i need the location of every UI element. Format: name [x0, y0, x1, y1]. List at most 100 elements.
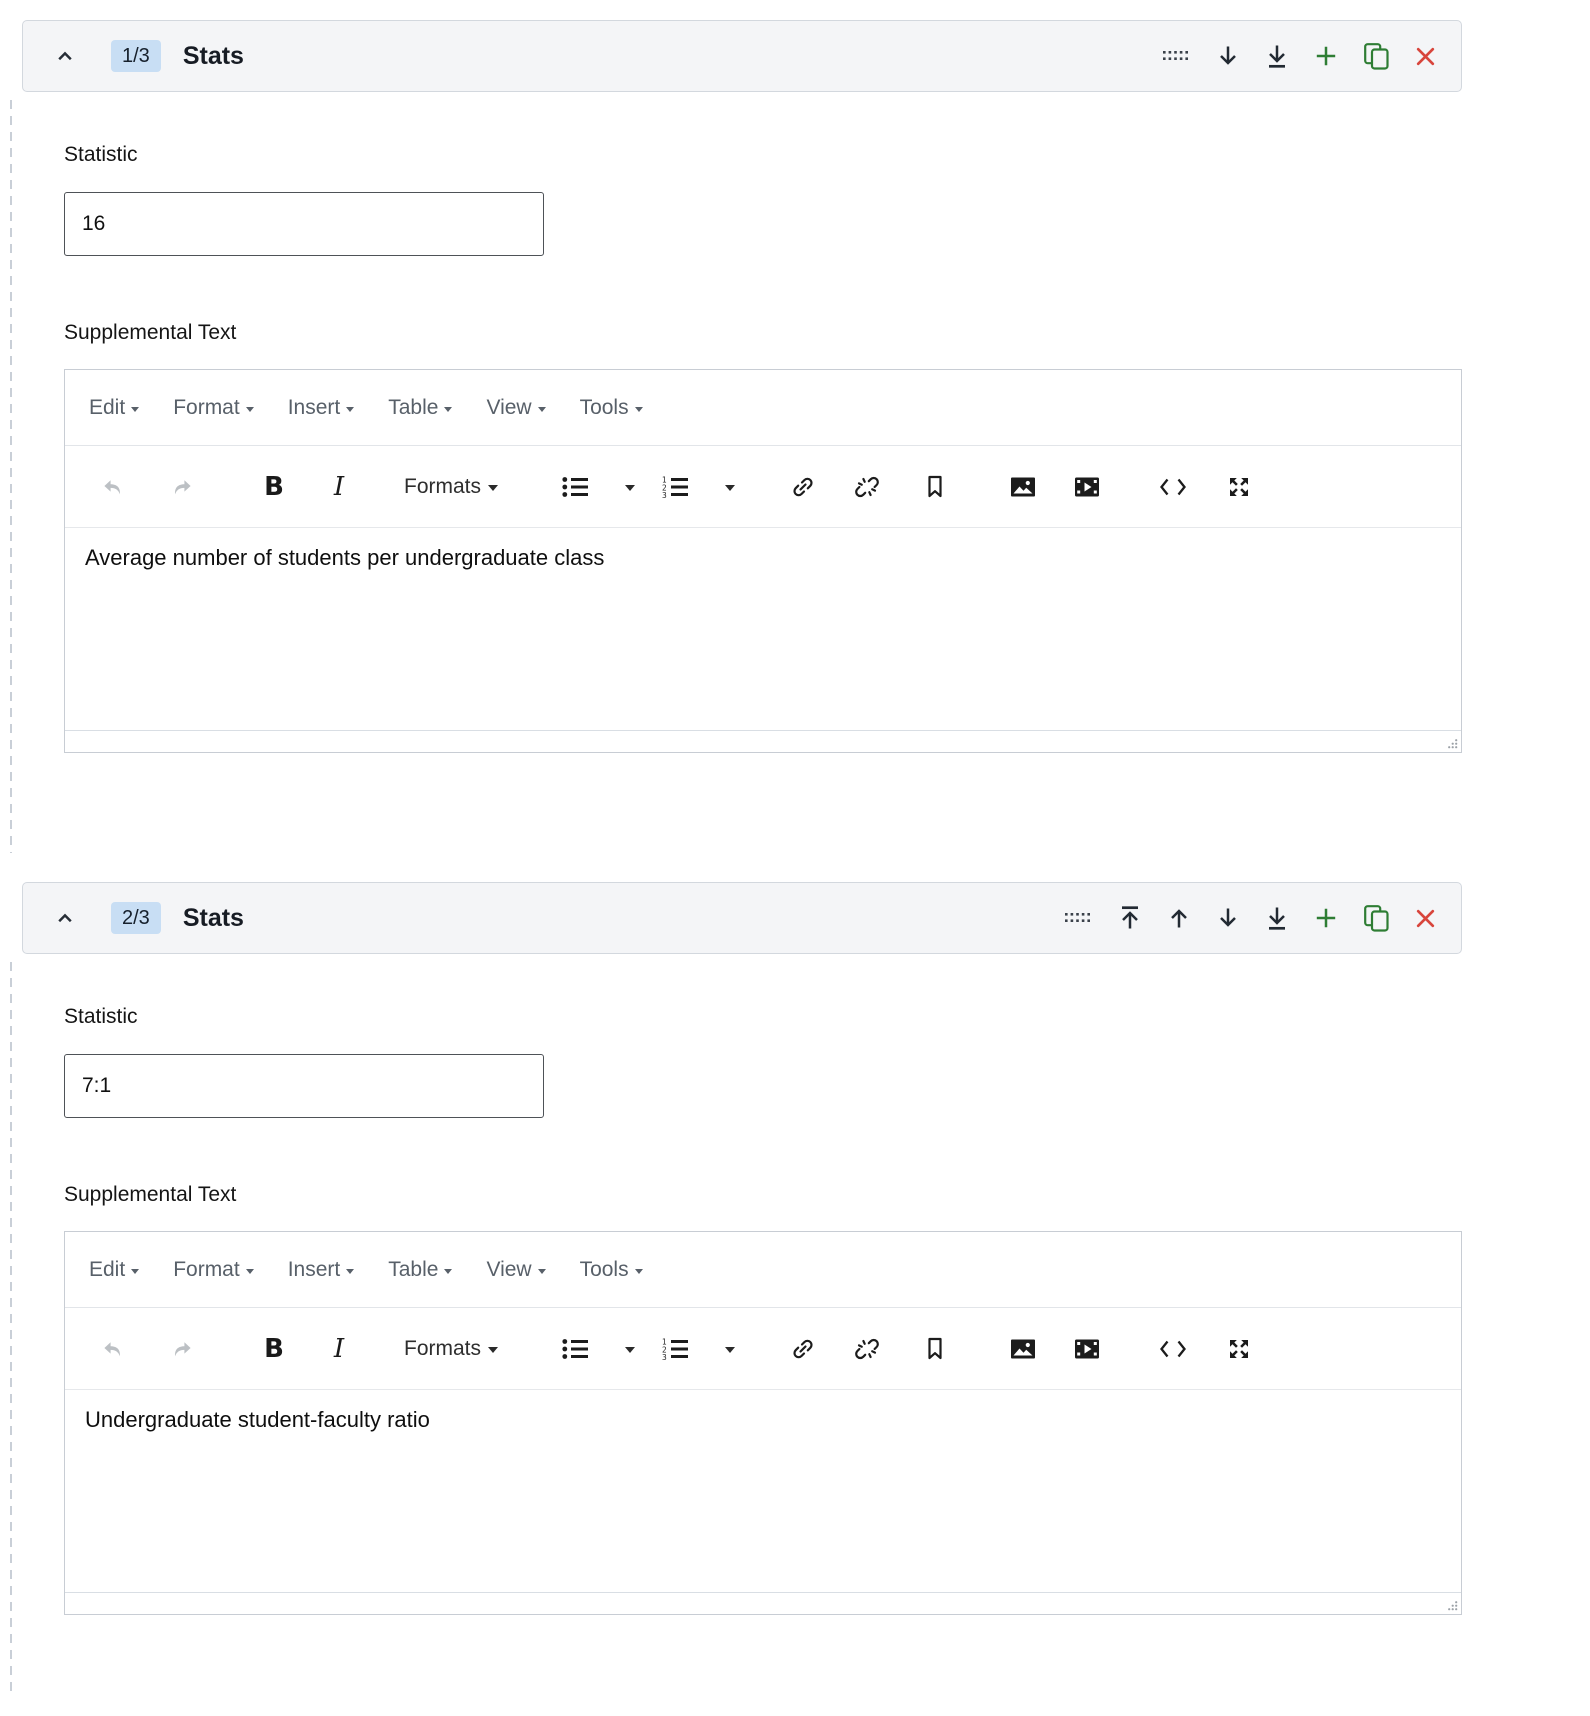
bullet-list-caret[interactable] — [620, 465, 640, 509]
remove-button[interactable] — [1416, 42, 1435, 70]
italic-button[interactable]: I — [322, 1327, 356, 1371]
fullscreen-button[interactable] — [1222, 1327, 1256, 1371]
move-to-bottom-button[interactable] — [1266, 904, 1288, 932]
menu-item-format[interactable]: Format — [156, 396, 271, 420]
undo-button[interactable] — [95, 465, 129, 509]
chevron-down-icon — [725, 1347, 736, 1353]
media-button[interactable] — [1070, 1327, 1104, 1371]
editor-content[interactable]: Average number of students per undergrad… — [65, 528, 1461, 730]
link-button[interactable] — [786, 1327, 820, 1371]
plus-icon — [1315, 907, 1337, 929]
header-actions — [1163, 42, 1435, 70]
chevron-down-icon — [444, 406, 453, 412]
bullet-list-caret[interactable] — [620, 1327, 640, 1371]
anchor-button[interactable] — [918, 1327, 952, 1371]
link-button[interactable] — [786, 465, 820, 509]
anchor-button[interactable] — [918, 465, 952, 509]
move-up-button[interactable] — [1168, 904, 1190, 932]
menu-item-tools[interactable]: Tools — [563, 396, 660, 420]
paragraph-header: 2/3 Stats — [22, 882, 1462, 954]
chevron-down-icon — [346, 406, 355, 412]
redo-icon — [172, 477, 193, 497]
redo-button[interactable] — [165, 1327, 199, 1371]
source-code-button[interactable] — [1156, 465, 1190, 509]
numbered-list-caret[interactable] — [720, 465, 740, 509]
image-button[interactable] — [1006, 465, 1040, 509]
paragraph-title: Stats — [182, 903, 244, 932]
undo-button[interactable] — [95, 1327, 129, 1371]
wysiwyg-editor: Edit Format Insert Table View Tools B I … — [64, 1231, 1462, 1615]
menu-item-table[interactable]: Table — [371, 1258, 469, 1282]
arrow-up-bar-icon — [1119, 906, 1141, 930]
resize-grip[interactable] — [1447, 738, 1458, 749]
menu-item-edit[interactable]: Edit — [72, 396, 156, 420]
formats-dropdown[interactable]: Formats — [404, 1327, 499, 1371]
redo-button[interactable] — [165, 465, 199, 509]
chevron-down-icon — [634, 1268, 643, 1274]
move-down-button[interactable] — [1217, 904, 1239, 932]
source-code-button[interactable] — [1156, 1327, 1190, 1371]
numbered-list-caret[interactable] — [720, 1327, 740, 1371]
move-to-top-button[interactable] — [1119, 904, 1141, 932]
media-button[interactable] — [1070, 465, 1104, 509]
numbered-list-button[interactable] — [658, 465, 692, 509]
remove-button[interactable] — [1416, 904, 1435, 932]
unlink-icon — [855, 1337, 879, 1361]
move-to-bottom-button[interactable] — [1266, 42, 1288, 70]
menu-item-view[interactable]: View — [469, 1258, 562, 1282]
add-button[interactable] — [1315, 42, 1337, 70]
chevron-up-icon — [57, 913, 73, 923]
statistic-input[interactable] — [64, 192, 544, 256]
paragraph-body: Statistic Supplemental Text Edit Format … — [22, 142, 1462, 753]
unlink-button[interactable] — [850, 465, 884, 509]
numbered-list-button[interactable] — [658, 1327, 692, 1371]
bold-button[interactable]: B — [257, 465, 291, 509]
image-icon — [1010, 476, 1036, 498]
statistic-input[interactable] — [64, 1054, 544, 1118]
editor-content[interactable]: Undergraduate student-faculty ratio — [65, 1390, 1461, 1592]
code-icon — [1159, 477, 1187, 497]
collapse-button[interactable] — [53, 47, 77, 65]
formats-dropdown[interactable]: Formats — [404, 465, 499, 509]
bold-button[interactable]: B — [257, 1327, 291, 1371]
redo-icon — [172, 1339, 193, 1359]
menu-item-table[interactable]: Table — [371, 396, 469, 420]
statistic-label: Statistic — [64, 1005, 138, 1028]
resize-grip-icon — [1447, 738, 1458, 749]
image-button[interactable] — [1006, 1327, 1040, 1371]
duplicate-icon — [1364, 43, 1389, 70]
resize-grip[interactable] — [1447, 1600, 1458, 1611]
duplicate-button[interactable] — [1364, 42, 1389, 70]
duplicate-button[interactable] — [1364, 904, 1389, 932]
bullet-list-button[interactable] — [558, 1327, 592, 1371]
collapse-button[interactable] — [53, 909, 77, 927]
bookmark-icon — [925, 1337, 945, 1360]
position-badge: 1/3 — [111, 40, 161, 72]
unlink-button[interactable] — [850, 1327, 884, 1371]
italic-button[interactable]: I — [322, 465, 356, 509]
paragraph-header: 1/3 Stats — [22, 20, 1462, 92]
menu-item-insert[interactable]: Insert — [271, 1258, 372, 1282]
drag-handle[interactable] — [1065, 904, 1092, 932]
chevron-down-icon — [537, 406, 546, 412]
menu-item-format[interactable]: Format — [156, 1258, 271, 1282]
menu-item-edit[interactable]: Edit — [72, 1258, 156, 1282]
drag-handle-icon — [1163, 51, 1190, 61]
bullet-list-button[interactable] — [558, 465, 592, 509]
supplemental-label: Supplemental Text — [64, 1183, 237, 1206]
editor-toolbar: B I Formats — [65, 446, 1461, 528]
arrow-up-icon — [1168, 906, 1190, 930]
drag-handle[interactable] — [1163, 42, 1190, 70]
paragraph-item: 1/3 Stats Statistic Supplemental Text Ed… — [10, 20, 1462, 853]
move-down-button[interactable] — [1217, 42, 1239, 70]
add-button[interactable] — [1315, 904, 1337, 932]
undo-icon — [102, 477, 123, 497]
chevron-down-icon — [488, 1347, 499, 1353]
fullscreen-button[interactable] — [1222, 465, 1256, 509]
supplemental-label: Supplemental Text — [64, 321, 237, 344]
menu-item-tools[interactable]: Tools — [563, 1258, 660, 1282]
menu-item-view[interactable]: View — [469, 396, 562, 420]
arrow-down-bar-icon — [1266, 906, 1288, 930]
chevron-down-icon — [488, 485, 499, 491]
menu-item-insert[interactable]: Insert — [271, 396, 372, 420]
